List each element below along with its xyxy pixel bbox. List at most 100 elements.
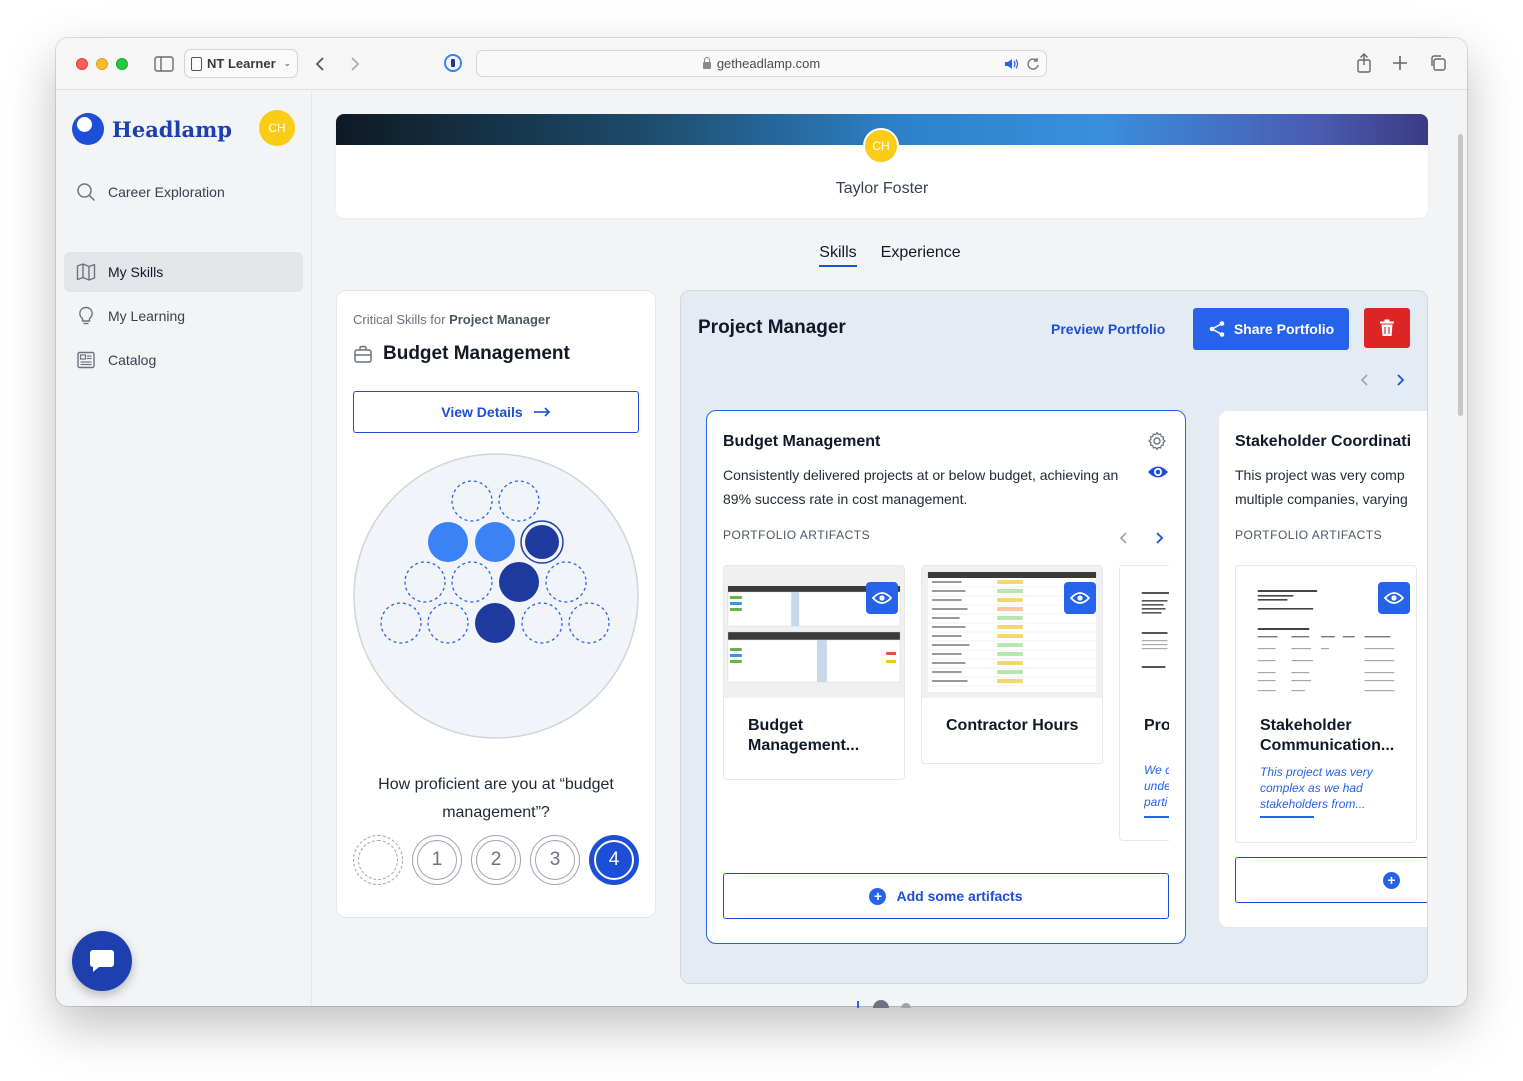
tab-experience[interactable]: Experience xyxy=(881,244,961,267)
zoom-window-button[interactable] xyxy=(116,58,128,70)
view-artifact-button[interactable] xyxy=(1378,582,1410,614)
carousel-next-icon[interactable] xyxy=(1395,373,1405,387)
trash-icon xyxy=(1380,319,1394,336)
view-artifact-button[interactable] xyxy=(866,582,898,614)
view-details-label: View Details xyxy=(441,404,523,420)
search-icon xyxy=(77,183,96,202)
tab-overview-icon[interactable] xyxy=(1429,54,1447,72)
rating-ring xyxy=(353,835,403,885)
rating-label: 4 xyxy=(594,840,634,880)
sidebar-item-my-skills[interactable]: My Skills xyxy=(64,252,303,292)
rating-0[interactable] xyxy=(353,835,403,885)
speaker-icon[interactable] xyxy=(1004,58,1020,70)
close-window-button[interactable] xyxy=(76,58,88,70)
artifact-card[interactable]: Contractor Hours xyxy=(921,565,1103,764)
sidebar-item-label: Catalog xyxy=(108,352,157,368)
delete-button[interactable] xyxy=(1364,308,1410,348)
briefcase-icon xyxy=(354,345,372,363)
critical-skills-prefix: Critical Skills for xyxy=(353,312,450,327)
reload-icon[interactable] xyxy=(1026,57,1040,71)
chevron-down-icon: ⌄ xyxy=(283,58,291,68)
sidebar-item-label: Career Exploration xyxy=(108,184,225,200)
user-avatar[interactable]: CH xyxy=(259,110,295,146)
share-icon[interactable] xyxy=(1355,53,1373,73)
add-artifacts-label: Add some artifacts xyxy=(896,888,1023,904)
map-icon xyxy=(76,263,96,281)
critical-skills-role: Project Manager xyxy=(449,312,551,327)
sidebar: Headlamp CH Career Exploration My Skills… xyxy=(56,91,312,1006)
skill-title: Budget Management xyxy=(353,343,570,365)
rating-ring xyxy=(471,835,521,885)
password-manager-icon[interactable] xyxy=(444,54,462,72)
rating-ring xyxy=(530,835,580,885)
url-text: getheadlamp.com xyxy=(716,56,821,71)
sidebar-item-my-learning[interactable]: My Learning xyxy=(64,296,303,336)
sidebar-item-catalog[interactable]: Catalog xyxy=(64,340,303,380)
carousel-prev-icon[interactable] xyxy=(1360,373,1370,387)
carousel-pagination[interactable] xyxy=(857,998,917,1008)
rating-2[interactable]: 2 xyxy=(471,835,521,885)
minimize-window-button[interactable] xyxy=(96,58,108,70)
chat-icon xyxy=(90,950,114,972)
proficiency-question: How proficient are you at “budget manage… xyxy=(378,776,614,821)
portfolio-artifacts-label: PORTFOLIO ARTIFACTS xyxy=(723,528,871,542)
skill-node xyxy=(499,562,539,602)
rating-1[interactable]: 1 xyxy=(412,835,462,885)
sidebar-item-label: My Skills xyxy=(108,264,164,280)
browser-window: NT Learner ⌄ getheadlamp.com Headlamp CH… xyxy=(56,38,1467,1006)
add-artifacts-button[interactable]: + Add some artifacts xyxy=(723,873,1169,919)
eye-icon[interactable] xyxy=(1147,464,1169,480)
browser-profile-label: NT Learner xyxy=(207,56,276,71)
tab-skills[interactable]: Skills xyxy=(819,244,857,267)
critical-skills-label: Critical Skills for Project Manager xyxy=(353,312,550,327)
new-tab-icon[interactable] xyxy=(1392,55,1408,71)
address-bar[interactable]: getheadlamp.com xyxy=(476,50,1047,77)
profile-banner: CH Taylor Foster xyxy=(336,114,1428,218)
artifacts-next-icon[interactable] xyxy=(1154,531,1164,545)
sidebar-toggle-icon[interactable] xyxy=(154,56,174,72)
artifacts-prev-icon[interactable] xyxy=(1119,531,1129,545)
rating-4[interactable]: 4 xyxy=(589,835,639,885)
experience-card[interactable]: Budget Management Consistently delivered… xyxy=(706,410,1186,944)
rating-3[interactable]: 3 xyxy=(530,835,580,885)
sidebar-item-career-exploration[interactable]: Career Exploration xyxy=(64,172,303,212)
arrow-right-icon xyxy=(533,407,550,417)
back-icon[interactable] xyxy=(314,56,326,72)
artifact-card[interactable]: Stakeholder Communication... This projec… xyxy=(1235,565,1417,843)
add-artifacts-button[interactable]: + xyxy=(1235,857,1427,903)
eye-icon xyxy=(1384,592,1404,604)
brand-name: Headlamp xyxy=(112,116,232,142)
artifact-card[interactable]: Budget Management... xyxy=(723,565,905,780)
experience-description: This project was very comp xyxy=(1235,467,1405,483)
artifact-title: Stakeholder Communication... xyxy=(1260,717,1395,754)
proficiency-rating: 1 2 3 4 xyxy=(353,835,639,887)
artifact-title: Contractor Hours xyxy=(946,717,1079,734)
chat-button[interactable] xyxy=(72,931,132,991)
profile-badge-icon xyxy=(191,56,202,71)
artifact-underline xyxy=(1144,816,1169,818)
skill-node xyxy=(475,603,515,643)
gear-icon[interactable] xyxy=(1147,431,1167,451)
view-artifact-button[interactable] xyxy=(1064,582,1096,614)
skill-proficiency-diagram xyxy=(353,453,639,739)
lock-icon xyxy=(702,57,711,69)
skill-node-selected xyxy=(525,525,559,559)
skill-node xyxy=(428,522,468,562)
lightbulb-icon xyxy=(79,306,93,325)
forward-icon[interactable] xyxy=(349,56,361,72)
portfolio-panel: Project Manager Preview Portfolio Share … xyxy=(680,290,1428,984)
page-scrollbar[interactable] xyxy=(1458,134,1463,416)
browser-profile-button[interactable]: NT Learner ⌄ xyxy=(184,49,298,78)
artifact-card-clipped[interactable]: Pro Plan We c unde parti xyxy=(1119,565,1169,843)
preview-portfolio-link[interactable]: Preview Portfolio xyxy=(1051,321,1165,337)
view-details-button[interactable]: View Details xyxy=(353,391,639,433)
main-content: CH Taylor Foster Skills Experience Criti… xyxy=(313,91,1467,1006)
critical-skill-card: Critical Skills for Project Manager Budg… xyxy=(336,290,656,918)
share-portfolio-button[interactable]: Share Portfolio xyxy=(1193,308,1349,350)
profile-name: Taylor Foster xyxy=(835,180,929,197)
headlamp-logo-icon xyxy=(72,113,104,145)
experience-card[interactable]: Stakeholder Coordinati This project was … xyxy=(1218,410,1427,928)
headlamp-logo[interactable]: Headlamp xyxy=(72,113,232,145)
skill-node xyxy=(475,522,515,562)
eye-icon xyxy=(872,592,892,604)
